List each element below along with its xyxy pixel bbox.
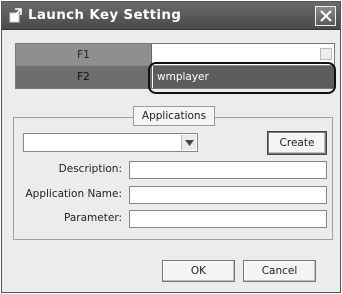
window-title: Launch Key Setting: [28, 7, 182, 23]
launch-key-setting-dialog: Launch Key Setting F1 F2 wmplayer Applic…: [1, 1, 341, 293]
application-select[interactable]: [23, 133, 198, 152]
applications-tab[interactable]: Applications: [133, 106, 215, 126]
key-row-f2[interactable]: F2 wmplayer: [16, 66, 334, 88]
launch-key-table: F1 F2 wmplayer: [15, 43, 335, 89]
app-icon: [9, 8, 22, 23]
close-icon: [319, 10, 332, 22]
description-field[interactable]: [129, 161, 327, 179]
key-value-cell[interactable]: wmplayer: [153, 66, 334, 88]
application-name-field[interactable]: [129, 186, 327, 204]
chevron-down-icon[interactable]: [181, 135, 196, 150]
ok-button[interactable]: OK: [162, 260, 235, 282]
key-row-f1[interactable]: F1: [16, 44, 334, 66]
description-label: Description:: [58, 163, 122, 175]
title-bar[interactable]: Launch Key Setting: [2, 2, 340, 30]
application-name-label: Application Name:: [25, 188, 122, 200]
parameter-field[interactable]: [129, 210, 327, 228]
cancel-button[interactable]: Cancel: [243, 260, 316, 282]
key-value-cell[interactable]: [153, 44, 334, 65]
parameter-label: Parameter:: [64, 212, 122, 224]
key-name-cell: F1: [16, 44, 152, 65]
close-button[interactable]: [315, 6, 336, 26]
create-button[interactable]: Create: [267, 131, 327, 155]
key-name-cell: F2: [16, 66, 152, 88]
edit-value-icon[interactable]: [320, 48, 332, 60]
